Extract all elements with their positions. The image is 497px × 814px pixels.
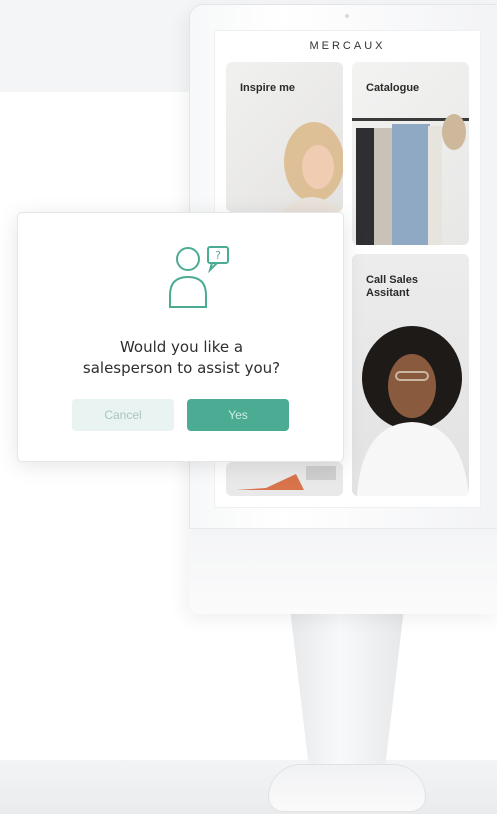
woman-photo-icon	[281, 122, 343, 212]
clothing-rack-icon	[352, 114, 469, 245]
assistant-photo-icon	[357, 326, 469, 496]
salesperson-question-icon: ?	[169, 246, 229, 308]
kiosk-stand	[288, 592, 406, 770]
dialog-question: Would you like a salesperson to assist y…	[18, 337, 345, 379]
tile-shoes[interactable]	[226, 462, 343, 496]
brand-logo: MERCAUX	[309, 40, 386, 52]
question-line-1: Would you like a	[119, 338, 244, 356]
tile-catalogue[interactable]: Catalogue	[352, 62, 469, 245]
cancel-button[interactable]: Cancel	[72, 399, 174, 431]
tile-inspire-me[interactable]: Inspire me	[226, 62, 343, 212]
camera-icon	[345, 14, 349, 18]
shoes-photo-icon	[236, 466, 336, 490]
kiosk-base	[268, 764, 426, 812]
tile-call-sales-assistant[interactable]: Call Sales Assitant	[352, 254, 469, 496]
svg-text:?: ?	[215, 249, 221, 262]
question-line-2: salesperson to assist you?	[82, 359, 281, 377]
yes-button[interactable]: Yes	[187, 399, 289, 431]
kiosk-ledge	[189, 528, 497, 614]
assist-dialog: ? Would you like a salesperson to assist…	[17, 212, 344, 462]
